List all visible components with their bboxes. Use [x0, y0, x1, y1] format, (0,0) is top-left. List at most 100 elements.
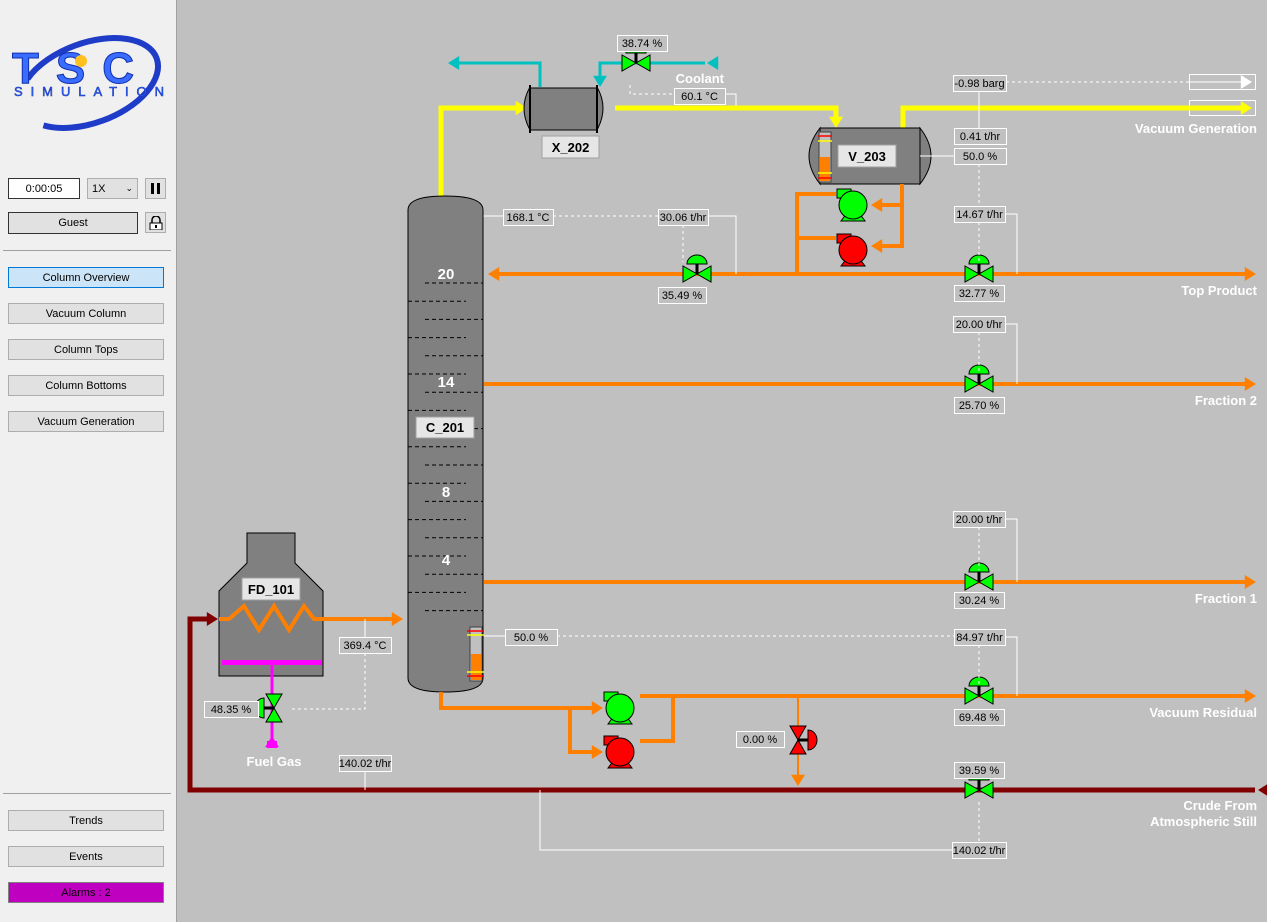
nav-vacuum-column[interactable]: Vacuum Column — [8, 303, 164, 324]
signal-line — [1005, 213, 1018, 274]
user-field[interactable]: Guest — [8, 212, 138, 234]
valve-body — [964, 265, 981, 283]
valve-body — [265, 693, 283, 710]
readout-value: 25.70 % — [959, 400, 1000, 412]
pipe — [568, 708, 595, 754]
readout-value: 0.41 t/hr — [960, 131, 1001, 143]
readout-top-temp: 168.1 °C — [503, 209, 554, 226]
readout-fuel-valve: 48.35 % — [204, 701, 259, 718]
exchanger-x-202[interactable] — [529, 87, 598, 131]
stream-label-crude1: Crude From — [1183, 798, 1257, 813]
readout-res-valve: 69.48 % — [954, 709, 1005, 726]
alarms-button[interactable]: Alarms : 2 — [8, 882, 164, 903]
stream-label-coolant: Coolant — [676, 71, 725, 86]
readout-reflux-valve: 35.49 % — [658, 287, 707, 304]
valve-body — [977, 781, 994, 799]
flow-arrow-icon — [829, 116, 843, 128]
furnace-fd-101[interactable] — [218, 532, 324, 677]
stream-label-vacuum-residual: Vacuum Residual — [1149, 705, 1257, 720]
events-button[interactable]: Events — [8, 846, 164, 867]
pipe — [455, 61, 542, 87]
pause-button[interactable] — [145, 178, 166, 199]
pump-bottom-a[interactable] — [603, 691, 635, 725]
flow-arrow-icon — [591, 701, 603, 715]
nav-column-overview[interactable]: Column Overview — [8, 267, 164, 288]
readout-value: 14.67 t/hr — [956, 209, 1003, 221]
valve-body — [977, 265, 994, 283]
readout-value: 30.24 % — [959, 595, 1000, 607]
pipe — [795, 192, 836, 274]
flow-arrow-icon — [391, 612, 403, 626]
valve-body — [964, 687, 981, 705]
readout-reflux-flow: 30.06 t/hr — [658, 209, 709, 226]
sim-time-field[interactable]: 0:00:05 — [8, 178, 80, 199]
pump-casing — [605, 737, 635, 767]
signal-line — [1005, 323, 1018, 384]
equipment-tag-drum: V_203 — [848, 149, 886, 164]
pump-drum-a[interactable] — [836, 188, 868, 222]
lock-button[interactable] — [145, 212, 166, 233]
readout-value: 168.1 °C — [507, 212, 550, 224]
trends-button[interactable]: Trends — [8, 810, 164, 831]
readout-crude-valve: 39.59 % — [954, 762, 1005, 779]
control-valve-fuel[interactable] — [254, 693, 283, 723]
divider — [3, 250, 171, 251]
readout-value: -0.98 barg — [954, 78, 1004, 90]
valve-body — [964, 573, 981, 591]
readout-f2-flow: 20.00 t/hr — [953, 316, 1006, 333]
control-valve-reflux[interactable] — [682, 254, 712, 283]
stream-label-top-product: Top Product — [1181, 283, 1257, 298]
flow-arrow-icon — [1244, 377, 1256, 391]
nav-column-tops[interactable]: Column Tops — [8, 339, 164, 360]
readout-value: 84.97 t/hr — [956, 632, 1003, 644]
tray-number: 4 — [442, 552, 451, 569]
nav-vacuum-generation[interactable]: Vacuum Generation — [8, 411, 164, 432]
readout-drum-level: 50.0 % — [954, 148, 1007, 165]
flow-arrow-icon — [1240, 75, 1252, 89]
divider — [3, 793, 171, 794]
pipe — [439, 692, 595, 710]
pump-drum-b[interactable] — [836, 233, 868, 267]
readout-drum-pressure: -0.98 barg — [953, 75, 1007, 92]
readout-f1-valve: 30.24 % — [954, 592, 1005, 609]
readout-value: 20.00 t/hr — [956, 319, 1003, 331]
flow-arrow-icon — [791, 774, 805, 786]
readout-value: 60.1 °C — [681, 91, 718, 103]
stream-label-fraction1: Fraction 1 — [1195, 591, 1257, 606]
readout-bottom-level: 50.0 % — [505, 629, 558, 646]
signal-line — [1005, 518, 1018, 582]
valve-body — [977, 375, 994, 393]
burner — [222, 660, 322, 665]
equipment-tag-exchanger: X_202 — [552, 140, 590, 155]
pump-casing — [838, 190, 868, 220]
control-valve-f1[interactable] — [964, 562, 994, 591]
readout-furnace-flow: 140.02 t/hr — [339, 755, 392, 772]
pump-casing — [838, 235, 868, 265]
speed-select[interactable]: 1X ⌄ — [87, 178, 138, 199]
readout-bypass-valve: 0.00 % — [736, 731, 785, 748]
pipe — [878, 184, 904, 248]
control-valve-bypass[interactable] — [789, 725, 818, 755]
readout-value: 35.49 % — [662, 290, 703, 302]
flow-arrow-icon — [448, 56, 460, 70]
signal-line — [629, 85, 674, 95]
flow-arrow-icon — [1244, 575, 1256, 589]
readout-top-flow: 14.67 t/hr — [954, 206, 1006, 223]
sidebar: TSC SIMULATION 0:00:05 1X ⌄ Guest Column … — [0, 0, 177, 922]
readout-crude-flow: 140.02 t/hr — [952, 842, 1007, 859]
nav-column-bottoms[interactable]: Column Bottoms — [8, 375, 164, 396]
pipe — [615, 105, 839, 120]
valve-body — [634, 54, 651, 72]
chevron-down-icon: ⌄ — [125, 183, 133, 193]
pump-bottom-b[interactable] — [603, 735, 635, 769]
readout-vent-flow: 0.41 t/hr — [954, 128, 1007, 145]
equipment-tag-column: C_201 — [426, 420, 464, 435]
readout-furnace-temp: 369.4 °C — [339, 637, 392, 654]
flow-arrow-icon — [1244, 267, 1256, 281]
equipment-tag-furnace: FD_101 — [248, 582, 294, 597]
readout-value: 69.48 % — [959, 712, 1000, 724]
pipe — [438, 105, 520, 196]
readout-value: 48.35 % — [211, 704, 252, 716]
readout-value: 38.74 % — [622, 38, 663, 50]
valve-body — [789, 725, 807, 742]
